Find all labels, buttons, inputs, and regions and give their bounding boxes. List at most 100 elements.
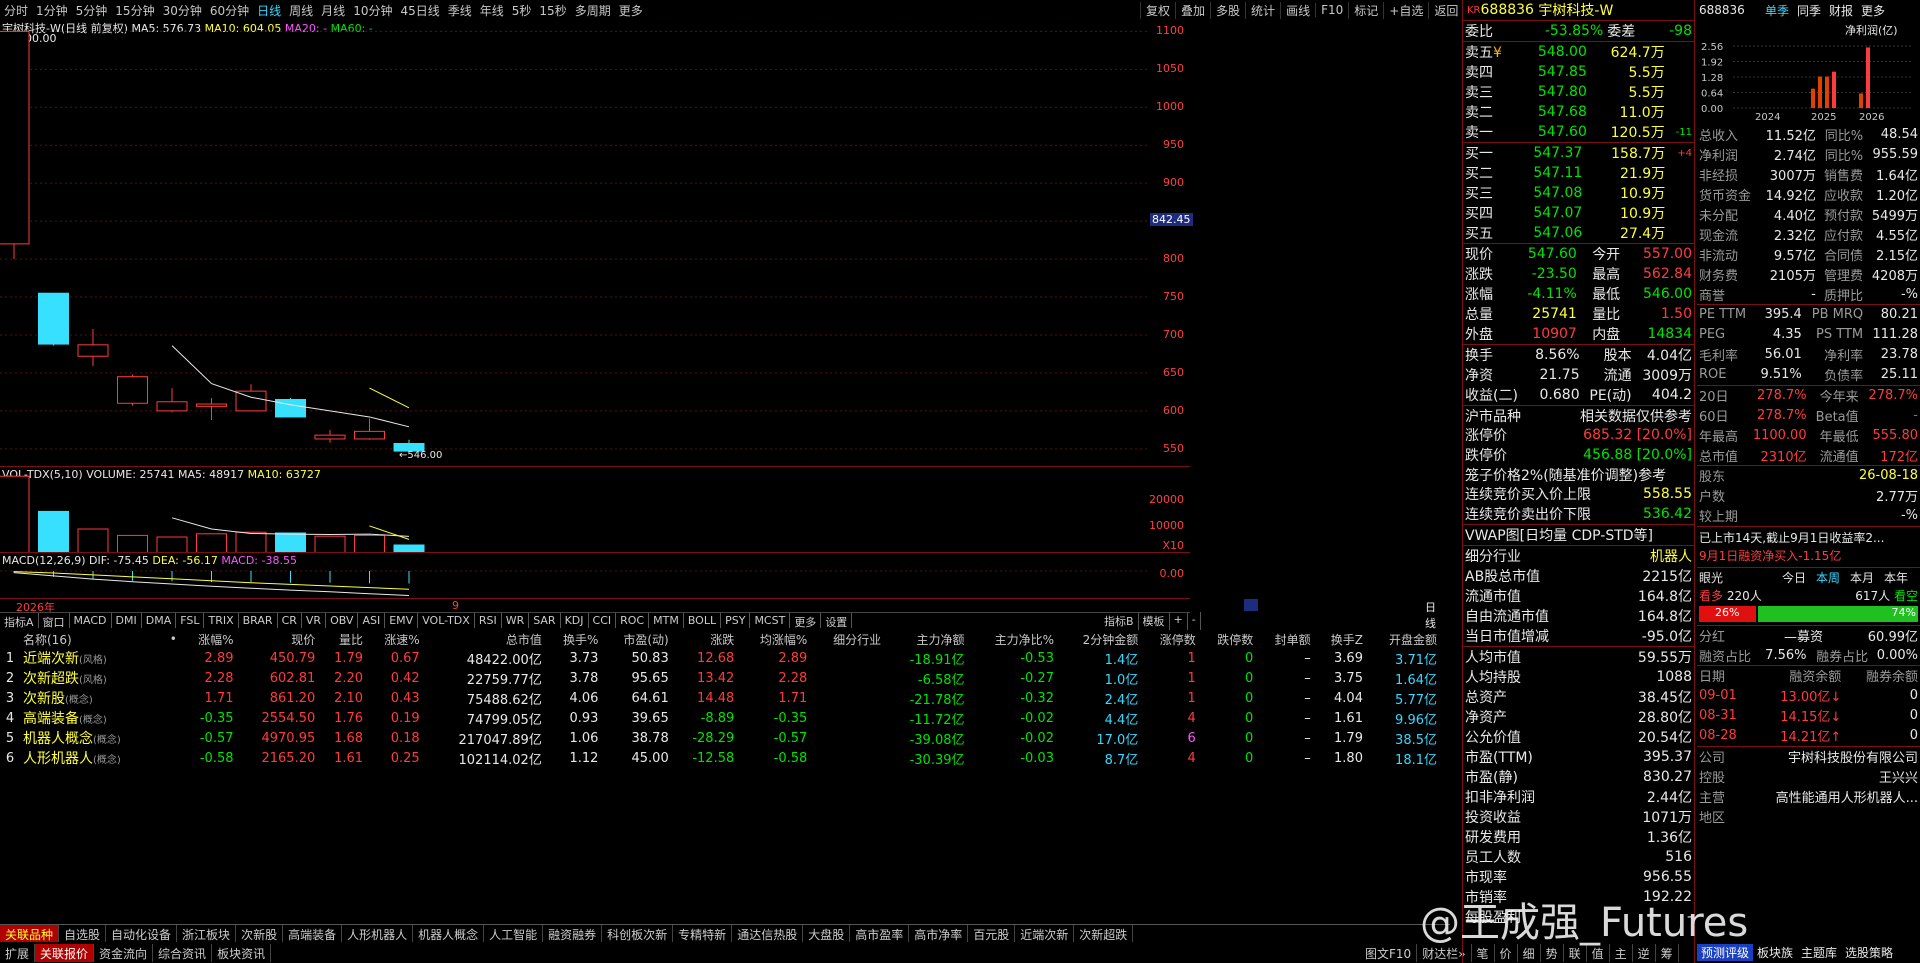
indicator-tab[interactable]: CR [278,613,302,628]
sector-list[interactable]: 名称(16) • 涨幅% 现价 量比 涨速% 总市值 换手% 市盈(动) 涨跌 均涨幅% 细分行业 主力… [0,630,1450,920]
indicator-tab[interactable]: MACD [70,613,112,628]
column-header[interactable]: 封单额 [1256,630,1313,648]
tab-more[interactable]: 更多 [1857,2,1889,19]
period-tab[interactable]: 60分钟 [206,2,253,19]
ask-row[interactable]: 卖五¥ 548.00 624.7万 [1463,42,1694,63]
ask-row[interactable]: 卖二 547.68 11.0万 [1463,102,1694,122]
sector-tab[interactable]: 人形机器人 [342,925,414,942]
tab-report[interactable]: 财报 [1825,2,1857,19]
indicator-tab[interactable]: MTM [649,613,684,628]
poll-tab-year[interactable]: 本年 [1879,569,1913,586]
indicator-tab[interactable]: ROC [616,613,650,628]
period-tab[interactable]: 年线 [476,2,508,19]
table-row[interactable]: 1 近端次新(风格) 2.89 450.79 1.79 0.67 48422.00亿 3.73… [0,648,1440,668]
column-header[interactable]: 细分行业 [810,630,884,648]
period-tab[interactable]: 30分钟 [159,2,206,19]
period-tab[interactable]: 月线 [317,2,349,19]
indicator-tab[interactable]: BRAR [239,613,278,628]
column-header[interactable]: 涨速% [366,630,423,648]
finance-link[interactable]: 选股策略 [1841,944,1897,961]
period-tab[interactable]: 1分钟 [32,2,72,19]
sector-tab[interactable]: 专精特新 [673,925,733,942]
period-tab[interactable]: 5分钟 [72,2,112,19]
sector-tab[interactable]: 浙江板块 [177,925,237,942]
column-header[interactable]: 总市值 [423,630,545,648]
bid-row[interactable]: 买三 547.08 10.9万 [1463,183,1694,203]
column-header[interactable]: 涨幅% [180,630,237,648]
column-header[interactable]: 市盈(动) [601,630,671,648]
period-tab[interactable]: 多周期 [571,2,615,19]
indicator-tab-right[interactable]: + [1170,612,1188,630]
sector-tab[interactable]: 百元股 [968,925,1016,942]
indicator-tab[interactable]: TRIX [204,613,239,628]
table-row[interactable]: 5 机器人概念(概念) -0.57 4970.95 1.68 0.18 217047.89亿… [0,728,1440,748]
bid-row[interactable]: 买二 547.11 21.9万 [1463,163,1694,183]
column-header[interactable]: 名称(16) [20,630,162,648]
table-row[interactable]: 4 高端装备(概念) -0.35 2554.50 1.76 0.19 74799.05亿 0.… [0,708,1440,728]
sector-tab[interactable]: 科创板次新 [602,925,674,942]
tool-button[interactable]: 复权 [1140,1,1175,19]
kline-chart[interactable]: 宇树科技-W(日线 前复权) MA5: 576.73 MA10: 604.05 … [0,20,1193,464]
vwap-link[interactable]: VWAP图[日均量 CDP-STD等] [1463,524,1694,545]
indicator-tab[interactable]: VOL-TDX [418,613,475,628]
sector-tab[interactable]: 次新股 [236,925,284,942]
column-header[interactable]: 涨停数 [1141,630,1198,648]
sector-tab[interactable]: 关联品种 [0,925,60,942]
bottom-tab[interactable]: 综合资讯 [153,944,213,962]
period-tab[interactable]: 5秒 [508,2,536,19]
tool-button[interactable]: 多股 [1210,1,1245,19]
indicator-tab[interactable]: 指标A [0,613,39,629]
tool-button[interactable]: 叠加 [1175,1,1210,19]
tab-quarter[interactable]: 单季 [1761,2,1793,19]
column-header[interactable]: 量比 [318,630,366,648]
column-header[interactable]: 主力净额 [884,630,967,648]
column-header[interactable]: 开盘金额 [1366,630,1440,648]
indicator-tab-right[interactable]: 模板 [1139,612,1170,630]
column-header[interactable]: 均涨幅% [737,630,810,648]
column-header[interactable]: 现价 [237,630,319,648]
column-header[interactable]: • [162,630,180,648]
tool-button[interactable]: 统计 [1245,1,1280,19]
bottom-tab[interactable]: 关联报价 [35,944,95,962]
column-header[interactable]: 跌停数 [1199,630,1256,648]
tool-button[interactable]: +自选 [1383,1,1428,19]
indicator-tab-right[interactable]: 指标B [1100,612,1139,630]
indicator-tab[interactable]: DMA [142,613,177,628]
indicator-tab[interactable]: 更多 [790,613,822,629]
sector-tab[interactable]: 通达信热股 [732,925,804,942]
period-tab[interactable]: 45日线 [396,2,443,19]
candlestick-plot[interactable]: ←546.00 [0,20,1150,464]
news-item[interactable]: 已上市14天,截止9月1日收益率2... [1699,529,1918,547]
tool-button[interactable]: 标记 [1348,1,1383,19]
sector-tab[interactable]: 人工智能 [484,925,544,942]
period-tab[interactable]: 10分钟 [349,2,396,19]
sector-tab[interactable]: 高市盈率 [850,925,910,942]
indicator-tab[interactable]: OBV [326,613,359,628]
bottom-tab[interactable]: 资金流向 [94,944,154,962]
period-tab[interactable]: 季线 [444,2,476,19]
sector-tab[interactable]: 高市净率 [909,925,969,942]
sector-tab[interactable]: 自选股 [59,925,107,942]
tool-button[interactable]: F10 [1315,3,1348,17]
indicator-tab[interactable]: MCST [750,613,791,628]
indicator-tab[interactable]: CCI [589,613,617,628]
indicator-tab[interactable]: SAR [529,613,561,628]
sector-tab[interactable]: 高端装备 [283,925,343,942]
finance-link[interactable]: 板块族 [1753,944,1797,961]
column-header[interactable]: 涨跌 [672,630,738,648]
sector-tab[interactable]: 融资融券 [543,925,603,942]
table-row[interactable]: 2 次新超跌(风格) 2.28 602.81 2.20 0.42 22759.77亿 3.78… [0,668,1440,688]
indicator-tab-right[interactable]: - [1188,612,1201,630]
tab-same-quarter[interactable]: 同季 [1793,2,1825,19]
bid-row[interactable]: 买五 547.06 27.4万 [1463,223,1694,243]
indicator-tab[interactable]: FSL [176,613,205,628]
indicator-tab[interactable]: WR [502,613,530,628]
period-tab[interactable]: 日线 [253,2,285,19]
tool-button[interactable]: 返回 [1428,1,1463,19]
ask-row[interactable]: 卖三 547.80 5.5万 [1463,82,1694,102]
indicator-tab[interactable]: 窗口 [39,613,70,629]
ask-row[interactable]: 卖四 547.85 5.5万 [1463,62,1694,82]
period-tab[interactable]: 15秒 [535,2,570,19]
column-header[interactable]: 主力净比% [968,630,1057,648]
macd-panel[interactable]: MACD(12,26,9) DIF: -75.45 DEA: -56.17 MA… [0,552,1190,598]
